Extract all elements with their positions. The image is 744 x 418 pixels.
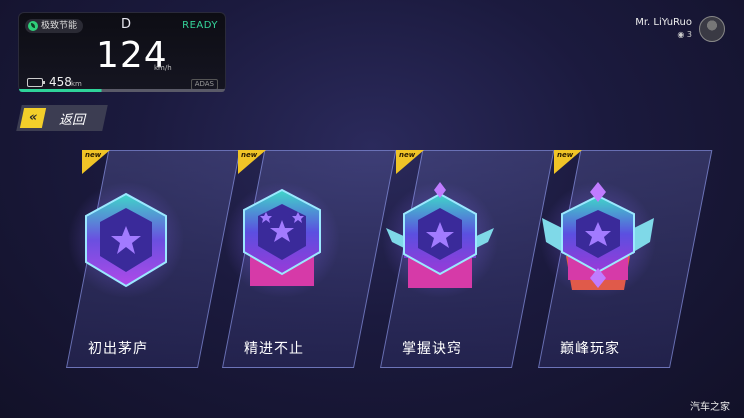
achievement-card-4[interactable]: new 巅峰玩家 [508,150,713,368]
drive-mode-badge[interactable]: 极致节能 [25,19,84,33]
range-unit: km [71,80,82,88]
user-points-value: 3 [686,30,692,39]
back-label: 返回 [59,113,86,128]
user-name[interactable]: Mr. LiYuRuo [635,17,692,28]
user-points: ◉ 3 [677,30,692,39]
battery-icon [27,78,45,87]
ready-indicator: READY [182,20,218,31]
gear-indicator: D [121,17,132,32]
watermark-label: 汽车之家 [690,402,730,413]
rank-badge-2-icon [224,182,340,298]
range-bar [19,89,225,92]
speed-unit: km/h [154,64,172,72]
rank-badge-1-icon [68,182,184,298]
achievement-card-3[interactable]: new 掌握诀窍 [350,150,555,368]
range-value: 458 [49,75,72,89]
new-tag-label: new [241,151,258,159]
new-tag-label: new [399,151,416,159]
leaf-icon [28,21,38,31]
drive-mode-label: 极致节能 [41,21,78,31]
back-button[interactable]: « 返回 [16,105,108,131]
card-title: 巅峰玩家 [560,341,620,357]
chevron-left-icon: « [19,108,47,128]
new-tag-label: new [85,151,102,159]
achievement-card-1[interactable]: new 初出茅庐 [36,150,241,368]
rank-badge-4-icon [540,182,656,298]
new-tag-label: new [557,151,574,159]
rank-badge-3-icon [382,182,498,298]
card-title: 初出茅庐 [88,341,148,357]
coin-icon: ◉ [677,30,685,39]
achievement-card-2[interactable]: new 精进不止 [192,150,397,368]
card-title: 掌握诀窍 [402,341,462,357]
vehicle-status-panel: 极致节能 D READY 124 km/h 458 km ADAS [18,12,226,92]
card-title: 精进不止 [244,341,304,357]
avatar[interactable] [699,16,725,42]
